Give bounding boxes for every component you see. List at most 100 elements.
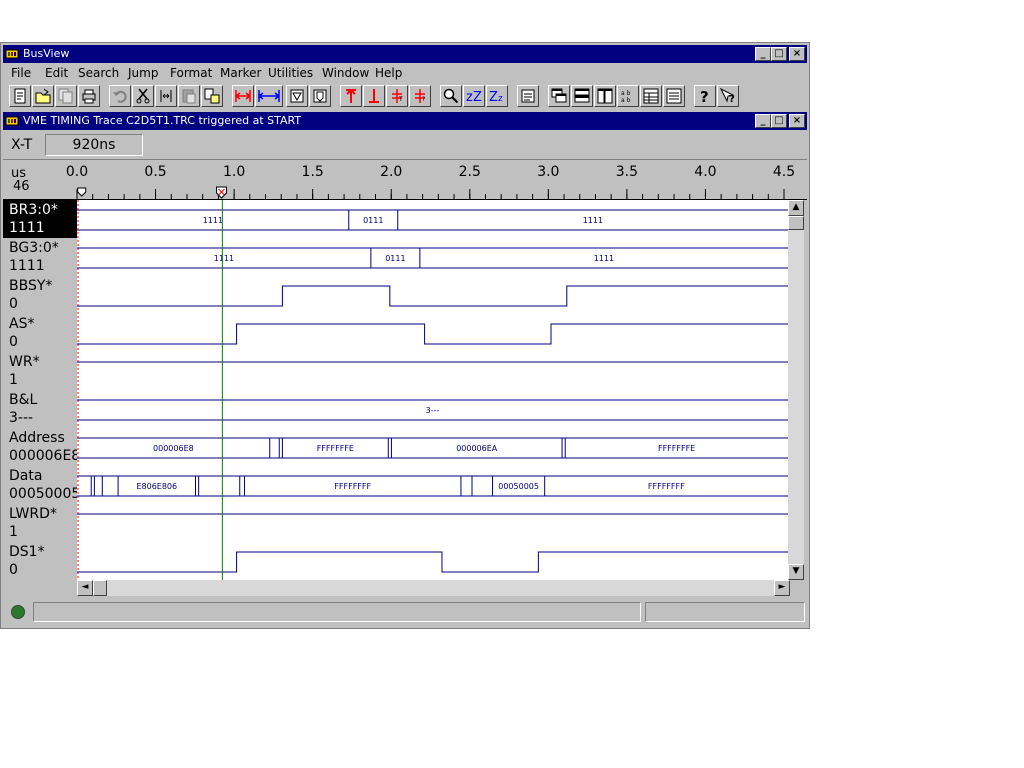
- svg-text:Z: Z: [489, 90, 498, 104]
- scroll-left-button[interactable]: ◄: [77, 580, 93, 596]
- signal-name: WR*: [9, 354, 40, 370]
- signal-row-label[interactable]: Address 000006E8: [3, 428, 80, 466]
- maximize-button[interactable]: □: [771, 47, 787, 61]
- svg-text:a b: a b: [621, 97, 631, 104]
- bus-value-label: FFFFFFFE: [317, 444, 354, 453]
- ruler-scale: 0.0 0.5 1.0 1.5 2.0 2.5 3.0 3.5 4.0 4.5: [66, 164, 795, 199]
- cut-icon[interactable]: [132, 85, 154, 107]
- cursor-t-icon[interactable]: T: [386, 85, 408, 107]
- zoom-out-icon[interactable]: Zz: [486, 85, 508, 107]
- horizontal-scrollbar[interactable]: ◄ ►: [77, 580, 790, 596]
- ruler-tick-label: 0.5: [144, 164, 166, 180]
- signal-value: 1111: [9, 258, 45, 274]
- ruler-tick-label: 2.5: [459, 164, 481, 180]
- print-icon[interactable]: [78, 85, 100, 107]
- tile-vertical-icon[interactable]: [594, 85, 616, 107]
- arrange-icon[interactable]: a ba b: [617, 85, 639, 107]
- signal-row-label[interactable]: BG3:0* 1111: [3, 238, 77, 276]
- find-icon[interactable]: [201, 85, 223, 107]
- range-icon-2[interactable]: [255, 85, 283, 107]
- close-button[interactable]: ×: [789, 47, 805, 61]
- signal-row-label[interactable]: LWRD* 1: [3, 504, 77, 542]
- menu-window[interactable]: Window: [322, 64, 369, 82]
- help-icon[interactable]: ?: [694, 85, 716, 107]
- minimize-button[interactable]: _: [755, 47, 771, 61]
- arrow-down-red-icon[interactable]: [363, 85, 385, 107]
- svg-text:a b: a b: [621, 90, 631, 97]
- svg-text:?: ?: [422, 96, 425, 103]
- ruler-tick-label: 4.5: [773, 164, 795, 180]
- signal-value: 1: [9, 524, 18, 540]
- bus-value-label: 000006EA: [456, 444, 498, 453]
- zoom-in-icon[interactable]: zZ: [463, 85, 485, 107]
- menu-format[interactable]: Format: [170, 64, 212, 82]
- scroll-right-button[interactable]: ►: [774, 580, 790, 596]
- svg-text:Z: Z: [473, 90, 482, 104]
- menu-jump[interactable]: Jump: [128, 64, 158, 82]
- settings-icon[interactable]: [663, 85, 685, 107]
- table-icon[interactable]: [640, 85, 662, 107]
- waveform-trace: [77, 285, 788, 307]
- trace-minimize-button[interactable]: _: [755, 114, 771, 128]
- ruler-tick-label: 1.5: [302, 164, 324, 180]
- waveform-area[interactable]: 1111 0111 1111 1111 0111 1111 3--- 000006E8 FFFF…: [77, 200, 788, 580]
- context-help-icon[interactable]: ?: [717, 85, 739, 107]
- signal-value: 3---: [9, 410, 34, 426]
- signal-value: 0: [9, 562, 18, 578]
- menubar: File Edit Search Jump Format Marker Util…: [3, 64, 807, 82]
- svg-text:?: ?: [729, 94, 735, 104]
- new-icon[interactable]: [9, 85, 31, 107]
- signal-name: BBSY*: [9, 278, 53, 294]
- trace-maximize-button[interactable]: □: [771, 114, 787, 128]
- menu-utilities[interactable]: Utilities: [268, 64, 313, 82]
- marker-down-icon[interactable]: [286, 85, 308, 107]
- signal-row-label[interactable]: B&L 3---: [3, 390, 77, 428]
- signal-value: 1: [9, 372, 18, 388]
- undo-icon[interactable]: [109, 85, 131, 107]
- bus-value-label: 3---: [426, 406, 440, 415]
- menu-edit[interactable]: Edit: [45, 64, 68, 82]
- menu-file[interactable]: File: [11, 64, 31, 82]
- signal-row-label[interactable]: WR* 1: [3, 352, 77, 390]
- fit-icon[interactable]: [155, 85, 177, 107]
- toolbar: T ? zZ Zz a ba b ? ?: [3, 83, 807, 110]
- ruler-tick-label: 3.5: [616, 164, 638, 180]
- svg-text:z: z: [498, 94, 503, 104]
- scroll-down-button[interactable]: ▼: [788, 564, 804, 580]
- zoom-icon[interactable]: [440, 85, 462, 107]
- bus-value-label: 1111: [214, 254, 234, 263]
- cascade-icon[interactable]: [548, 85, 570, 107]
- range-icon[interactable]: [232, 85, 254, 107]
- app-titlebar: BusView _ □ ×: [3, 45, 807, 63]
- copy-icon[interactable]: [55, 85, 77, 107]
- vertical-scrollbar[interactable]: ▲ ▼: [788, 200, 804, 580]
- signal-row-label[interactable]: BBSY* 0: [3, 276, 77, 314]
- vertical-scroll-thumb[interactable]: [788, 216, 804, 230]
- menu-help[interactable]: Help: [375, 64, 402, 82]
- signal-name: BR3:0*: [9, 202, 58, 218]
- busview-window: BusView _ □ × File Edit Search Jump Form…: [0, 42, 810, 629]
- waveform-trace: [77, 323, 788, 345]
- open-icon[interactable]: [32, 85, 54, 107]
- cursor-q-icon[interactable]: ?: [409, 85, 431, 107]
- signal-row-label[interactable]: BR3:0* 1111: [3, 200, 77, 238]
- scroll-up-button[interactable]: ▲: [788, 200, 804, 216]
- signal-row-label[interactable]: Data 00050005: [3, 466, 80, 504]
- marker-tag-icon[interactable]: [309, 85, 331, 107]
- svg-text:?: ?: [700, 88, 709, 104]
- bus-value-label: E806E806: [136, 482, 177, 491]
- signal-value: 0: [9, 296, 18, 312]
- trace-close-button[interactable]: ×: [789, 114, 805, 128]
- paste-icon[interactable]: [178, 85, 200, 107]
- bus-value-label: 1111: [203, 216, 223, 225]
- tile-horizontal-icon[interactable]: [571, 85, 593, 107]
- arrow-up-red-icon[interactable]: [340, 85, 362, 107]
- signal-name: LWRD*: [9, 506, 57, 522]
- time-ruler: us 46 0.0 0.5 1.0 1.5 2.0 2.5 3.0 3.5 4.0 4.5: [3, 161, 807, 200]
- signal-row-label[interactable]: AS* 0: [3, 314, 77, 352]
- menu-marker[interactable]: Marker: [220, 64, 261, 82]
- signal-row-label[interactable]: DS1* 0: [3, 542, 77, 580]
- menu-search[interactable]: Search: [78, 64, 119, 82]
- pdf-icon[interactable]: [517, 85, 539, 107]
- horizontal-scroll-thumb[interactable]: [93, 580, 107, 596]
